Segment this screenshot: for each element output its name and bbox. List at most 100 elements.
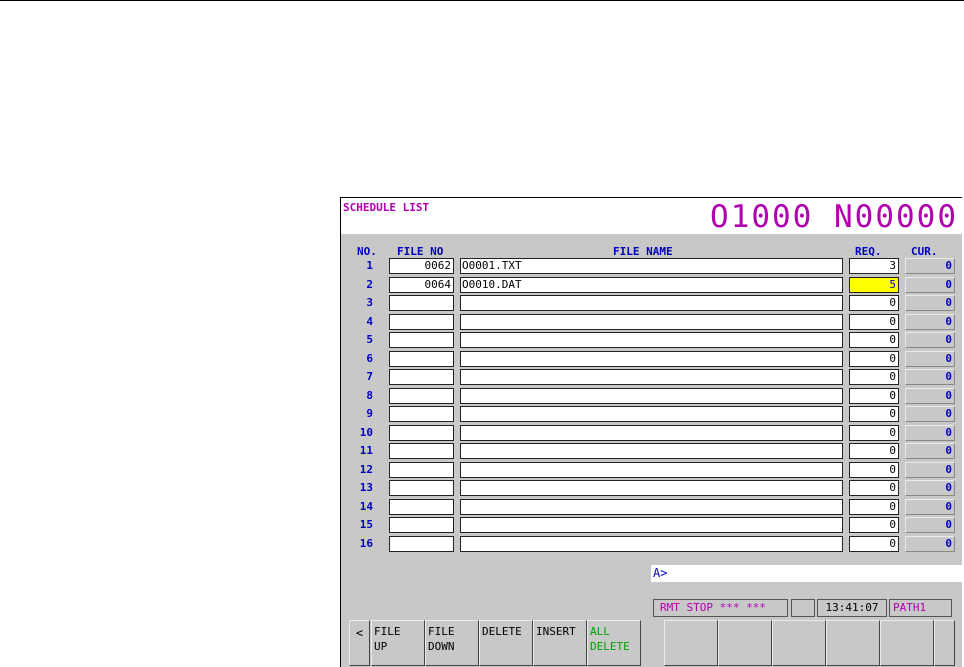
row-number: 1 xyxy=(366,259,373,272)
file-name-field[interactable] xyxy=(460,351,843,367)
table-row: 16 0 0 xyxy=(341,535,962,553)
req-count-field[interactable]: 5 xyxy=(849,277,899,293)
key-input-line[interactable]: A> xyxy=(651,565,962,582)
file-name-field[interactable] xyxy=(460,462,843,478)
table-row: 6 00 xyxy=(341,350,962,368)
file-no-field[interactable] xyxy=(389,425,454,441)
table-row: 3 00 xyxy=(341,294,962,312)
softkey-blank-4[interactable] xyxy=(826,620,880,666)
cur-count-field: 0 xyxy=(905,351,955,367)
row-number: 4 xyxy=(366,315,373,328)
file-down-label-2: DOWN xyxy=(428,640,455,653)
file-name-field[interactable] xyxy=(460,425,843,441)
table-row: 14 0 0 xyxy=(341,498,962,516)
req-count-field[interactable]: 0 xyxy=(849,332,899,348)
file-no-field[interactable] xyxy=(389,388,454,404)
file-name-field[interactable]: O0010.DAT xyxy=(460,277,843,293)
file-name-field[interactable] xyxy=(460,517,843,533)
file-no-field[interactable] xyxy=(389,314,454,330)
row-number: 9 xyxy=(366,407,373,420)
file-name-field[interactable] xyxy=(460,369,843,385)
req-count-field[interactable]: 3 xyxy=(849,258,899,274)
req-count-field[interactable]: 0 xyxy=(849,480,899,496)
cur-count-field: 0 xyxy=(905,406,955,422)
req-count-field[interactable]: 0 xyxy=(849,295,899,311)
file-up-button[interactable]: FILE UP xyxy=(371,620,425,666)
req-count-field[interactable]: 0 xyxy=(849,406,899,422)
req-count-field[interactable]: 0 xyxy=(849,351,899,367)
file-no-field[interactable] xyxy=(389,462,454,478)
file-down-button[interactable]: FILE DOWN xyxy=(425,620,479,666)
table-row: 5 00 xyxy=(341,331,962,349)
file-name-field[interactable]: O0001.TXT xyxy=(460,258,843,274)
file-no-field[interactable] xyxy=(389,480,454,496)
insert-button[interactable]: INSERT xyxy=(533,620,587,666)
req-count-field[interactable]: 0 xyxy=(849,462,899,478)
cur-count-field: 0 xyxy=(905,536,955,552)
file-name-field[interactable] xyxy=(460,536,843,552)
delete-button[interactable]: DELETE xyxy=(479,620,533,666)
file-name-field[interactable] xyxy=(460,499,843,515)
row-number: 12 xyxy=(359,463,373,476)
file-name-field[interactable] xyxy=(460,314,843,330)
softkey-blank-5[interactable] xyxy=(880,620,934,666)
file-name-field[interactable] xyxy=(460,406,843,422)
row-number: 11 xyxy=(359,444,373,457)
req-count-field[interactable]: 0 xyxy=(849,517,899,533)
cur-count-field: 0 xyxy=(905,480,955,496)
screen-title: SCHEDULE LIST xyxy=(343,201,430,214)
file-no-field[interactable] xyxy=(389,295,454,311)
req-count-field[interactable]: 0 xyxy=(849,536,899,552)
softkey-blank-3[interactable] xyxy=(772,620,826,666)
softkey-blank-2[interactable] xyxy=(718,620,772,666)
cur-count-field: 0 xyxy=(905,332,955,348)
file-no-field[interactable] xyxy=(389,332,454,348)
file-no-field[interactable]: 0064 xyxy=(389,277,454,293)
table-row: 12 0 0 xyxy=(341,461,962,479)
file-no-field[interactable] xyxy=(389,517,454,533)
file-no-field[interactable] xyxy=(389,499,454,515)
file-no-field[interactable]: 0062 xyxy=(389,258,454,274)
cur-count-field: 0 xyxy=(905,462,955,478)
insert-label: INSERT xyxy=(536,625,576,638)
req-count-field[interactable]: 0 xyxy=(849,425,899,441)
cur-count-field: 0 xyxy=(905,388,955,404)
all-delete-button[interactable]: ALL DELETE xyxy=(587,620,641,666)
file-name-field[interactable] xyxy=(460,295,843,311)
softkey-blank-1[interactable] xyxy=(664,620,718,666)
cur-count-field: 0 xyxy=(905,277,955,293)
file-no-field[interactable] xyxy=(389,536,454,552)
path-indicator: PATH1 xyxy=(889,599,952,617)
row-number: 3 xyxy=(366,296,373,309)
row-number: 13 xyxy=(359,481,373,494)
status-blank xyxy=(791,599,815,617)
row-number: 2 xyxy=(366,278,373,291)
req-count-field[interactable]: 0 xyxy=(849,499,899,515)
file-no-field[interactable] xyxy=(389,443,454,459)
row-number: 14 xyxy=(359,500,373,513)
file-up-label-1: FILE xyxy=(374,625,401,638)
table-row: 10 0 0 xyxy=(341,424,962,442)
softkey-bar: < FILE UP FILE DOWN DELETE INSERT ALL DE… xyxy=(341,620,962,667)
file-name-field[interactable] xyxy=(460,388,843,404)
file-name-field[interactable] xyxy=(460,443,843,459)
req-count-field[interactable]: 0 xyxy=(849,369,899,385)
file-no-field[interactable] xyxy=(389,369,454,385)
file-name-field[interactable] xyxy=(460,332,843,348)
cur-count-field: 0 xyxy=(905,295,955,311)
cur-count-field: 0 xyxy=(905,517,955,533)
file-name-field[interactable] xyxy=(460,480,843,496)
req-count-field[interactable]: 0 xyxy=(849,443,899,459)
file-no-field[interactable] xyxy=(389,351,454,367)
req-count-field[interactable]: 0 xyxy=(849,314,899,330)
file-no-field[interactable] xyxy=(389,406,454,422)
clock: 13:41:07 xyxy=(817,599,887,617)
req-count-field[interactable]: 0 xyxy=(849,388,899,404)
row-number: 10 xyxy=(359,426,373,439)
row-number: 5 xyxy=(366,333,373,346)
table-row: 13 0 0 xyxy=(341,479,962,497)
row-number: 7 xyxy=(366,370,373,383)
softkey-next-button[interactable] xyxy=(934,620,955,666)
softkey-prev-button[interactable]: < xyxy=(349,620,370,666)
file-down-label-1: FILE xyxy=(428,625,455,638)
